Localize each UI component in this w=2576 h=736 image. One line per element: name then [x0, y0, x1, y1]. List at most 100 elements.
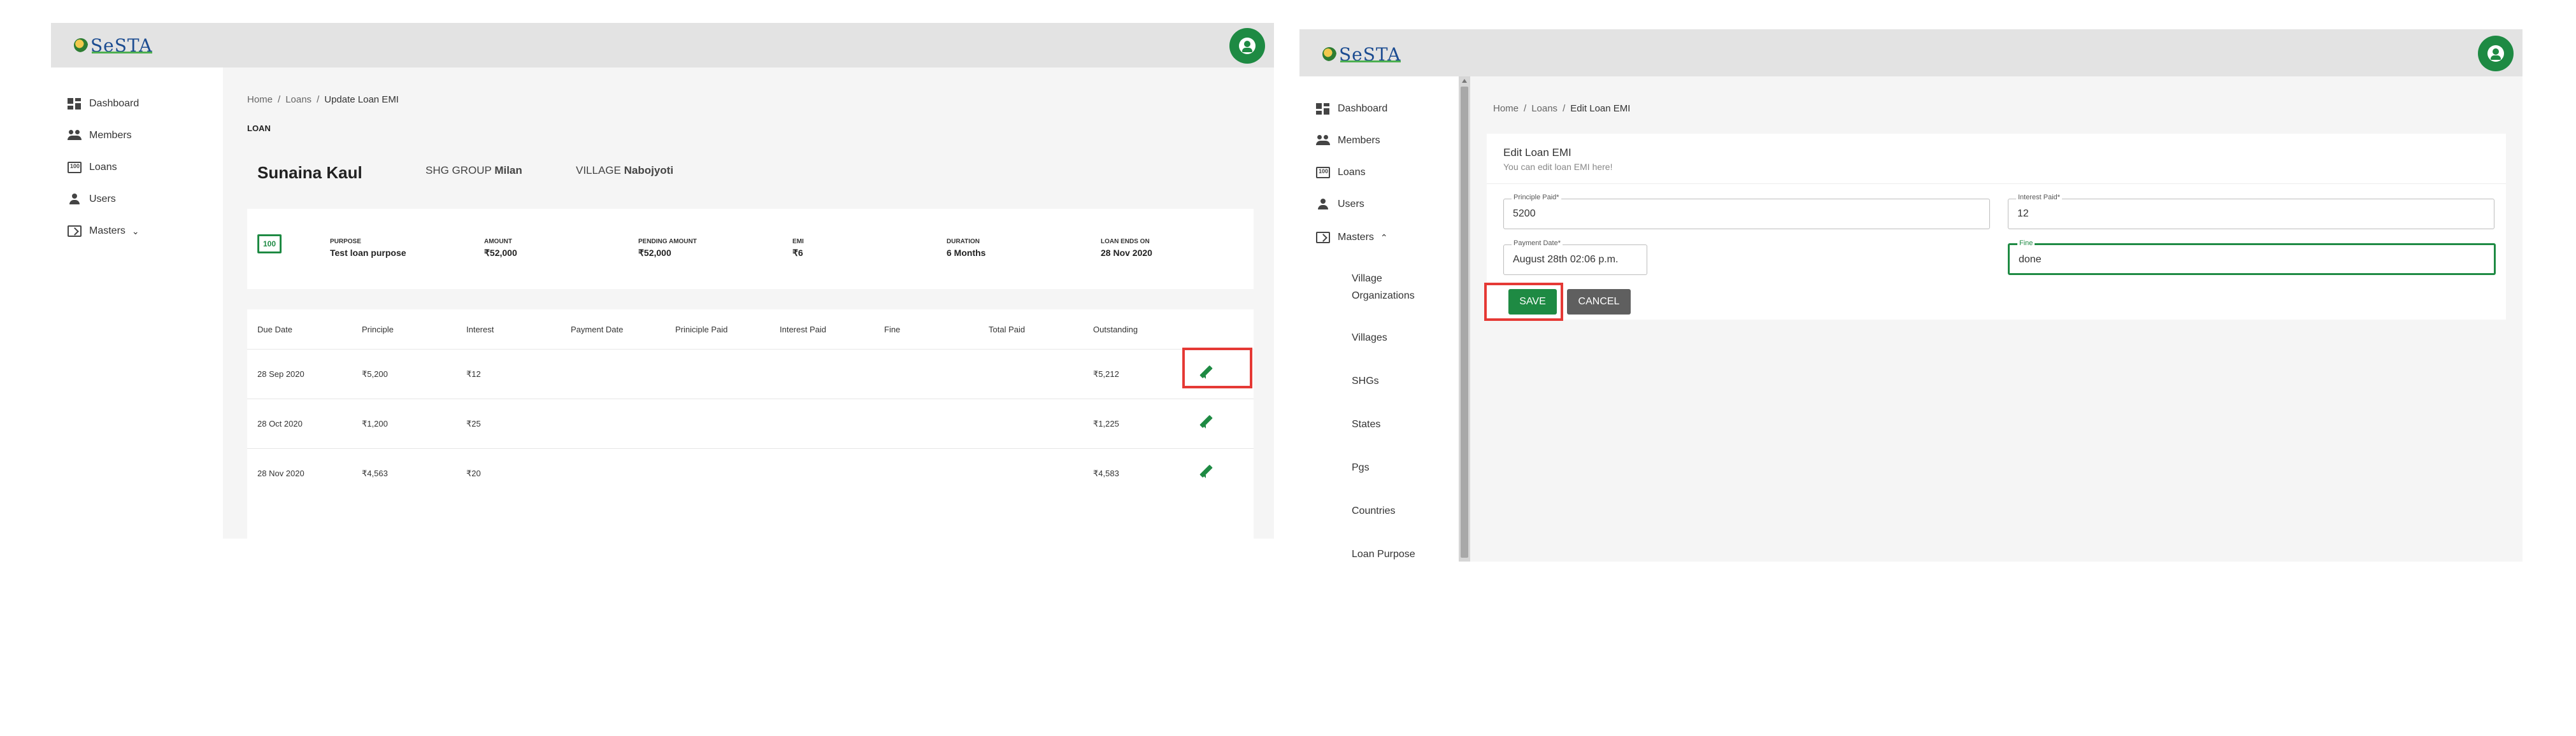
logo-underline [92, 52, 153, 53]
sidebar-item-users[interactable]: Users [1316, 199, 1364, 210]
logo-mark-icon [1322, 47, 1336, 61]
breadcrumb-loans[interactable]: Loans [285, 94, 311, 105]
breadcrumb: Home / Loans / Update Loan EMI [247, 94, 399, 105]
payment-date-input[interactable] [1513, 254, 1638, 265]
sidebar-item-label: Members [89, 130, 132, 141]
breadcrumb-home[interactable]: Home [1493, 103, 1519, 114]
form-subtitle: You can edit loan EMI here! [1503, 162, 1613, 172]
interest-paid-input[interactable] [2017, 208, 2485, 220]
main-content: Home / Loans / Edit Loan EMI Edit Loan EMI Y… [1470, 76, 2522, 562]
highlight-box [1182, 348, 1252, 388]
form-title: Edit Loan EMI [1503, 146, 1571, 159]
sidebar-item-dashboard[interactable]: Dashboard [1316, 103, 1387, 115]
form-divider [1487, 183, 2506, 184]
sidebar-item-label: Loans [1338, 167, 1366, 178]
cancel-button[interactable]: CANCEL [1567, 289, 1631, 315]
shg-group: SHG GROUP Milan [426, 164, 522, 177]
cell-principle: ₹5,200 [362, 369, 388, 379]
sidebar-item-users[interactable]: Users [68, 194, 116, 205]
right-screen: SeSTA Dashboard Members Loans Users Mast… [1299, 29, 2522, 562]
masters-submenu-item-countries[interactable]: Countries [1352, 506, 1395, 517]
column-header: Due Date [257, 325, 292, 334]
sidebar-item-masters[interactable]: Masters ⌄ [68, 225, 140, 237]
account-button[interactable] [1229, 28, 1265, 64]
cell-interest: ₹20 [466, 469, 481, 478]
summary-item-duration: DURATION 6 Months [947, 238, 985, 258]
user-icon [1316, 199, 1330, 210]
summary-label: EMI [792, 238, 804, 245]
principle-paid-field[interactable]: Principle Paid* [1503, 194, 1990, 229]
masters-submenu-item-pgs[interactable]: Pgs [1352, 462, 1370, 474]
sidebar-item-dashboard[interactable]: Dashboard [68, 98, 139, 110]
cell-principle: ₹4,563 [362, 469, 388, 478]
submenu-label: Village Organizations [1352, 273, 1415, 301]
masters-submenu-item-villages[interactable]: Villages [1352, 332, 1387, 344]
table-row: 28 Nov 2020 ₹4,563 ₹20 ₹4,583 [247, 448, 1254, 498]
chevron-down-icon: ⌄ [131, 225, 140, 236]
sidebar-item-label: Masters [89, 225, 125, 236]
table-row: 28 Oct 2020 ₹1,200 ₹25 ₹1,225 [247, 399, 1254, 449]
edit-emi-button[interactable] [1198, 464, 1214, 482]
summary-label: PENDING AMOUNT [638, 238, 697, 245]
breadcrumb: Home / Loans / Edit Loan EMI [1493, 103, 1631, 114]
edit-emi-button[interactable] [1198, 414, 1214, 432]
scroll-up-arrow-icon[interactable] [1462, 79, 1467, 83]
sidebar-item-members[interactable]: Members [68, 130, 132, 141]
sidebar-item-label: Dashboard [1338, 103, 1388, 114]
masters-submenu-item-village-organizations[interactable]: Village Organizations [1352, 270, 1428, 304]
emi-table-card: Due Date Principle Interest Payment Date… [247, 309, 1254, 539]
top-bar: SeSTA [1299, 29, 2522, 76]
account-button[interactable] [2478, 36, 2514, 71]
masters-submenu-item-loan-purpose[interactable]: Loan Purpose [1352, 549, 1415, 560]
edit-loan-emi-card: Edit Loan EMI You can edit loan EMI here… [1487, 134, 2506, 320]
breadcrumb-loans[interactable]: Loans [1531, 103, 1557, 114]
masters-submenu-item-shgs[interactable]: SHGs [1352, 376, 1379, 387]
village-label: VILLAGE [576, 164, 621, 176]
scrollbar-thumb[interactable] [1461, 87, 1468, 558]
summary-item-loan-ends-on: LOAN ENDS ON 28 Nov 2020 [1101, 238, 1152, 258]
column-header: Total Paid [989, 325, 1026, 334]
logo-mark-icon [74, 38, 88, 52]
summary-item-purpose: PURPOSE Test loan purpose [330, 238, 406, 258]
member-name: Sunaina Kaul [257, 163, 362, 182]
dashboard-icon [68, 98, 82, 110]
masters-submenu-item-states[interactable]: States [1352, 419, 1380, 430]
summary-value: ₹52,000 [638, 248, 671, 258]
breadcrumb-home[interactable]: Home [247, 94, 273, 105]
field-label: Interest Paid* [2016, 194, 2063, 201]
pencil-icon [1198, 464, 1214, 480]
fine-input[interactable] [2019, 254, 2485, 265]
field-label: Fine [2017, 239, 2035, 247]
emi-table-header: Due Date Principle Interest Payment Date… [247, 309, 1254, 350]
breadcrumb-current: Edit Loan EMI [1570, 103, 1631, 114]
village: VILLAGE Nabojyoti [576, 164, 673, 177]
submenu-label: Pgs [1352, 462, 1370, 473]
sidebar-item-loans[interactable]: Loans [68, 162, 117, 173]
sidebar: Dashboard Members Loans Users Masters ⌃ … [1299, 76, 1459, 562]
sidebar-item-masters[interactable]: Masters ⌃ [1316, 232, 1388, 243]
principle-paid-input[interactable] [1513, 208, 1980, 220]
column-header: Payment Date [571, 325, 624, 334]
summary-value: 28 Nov 2020 [1101, 248, 1152, 258]
summary-label: AMOUNT [484, 238, 512, 245]
sidebar-item-loans[interactable]: Loans [1316, 167, 1366, 178]
column-header: Principle [362, 325, 394, 334]
dashboard-icon [1316, 103, 1330, 115]
fine-field[interactable]: Fine [2008, 239, 2496, 275]
chevron-up-icon: ⌃ [1380, 232, 1388, 243]
sidebar-item-members[interactable]: Members [1316, 135, 1380, 146]
submenu-label: Loan Purpose [1352, 549, 1415, 560]
highlight-box [1484, 283, 1563, 321]
top-bar: SeSTA [51, 23, 1274, 67]
cell-principle: ₹1,200 [362, 419, 388, 428]
sidebar-item-label: Users [1338, 199, 1364, 209]
sesta-logo[interactable]: SeSTA [1322, 38, 1401, 70]
submenu-label: Countries [1352, 506, 1396, 516]
cell-due-date: 28 Nov 2020 [257, 469, 304, 478]
payment-date-field[interactable]: Payment Date* [1503, 239, 1647, 275]
submenu-label: SHGs [1352, 376, 1379, 386]
interest-paid-field[interactable]: Interest Paid* [2008, 194, 2494, 229]
sesta-logo[interactable]: SeSTA [74, 29, 153, 61]
sidebar-item-label: Members [1338, 135, 1380, 146]
sidebar-scrollbar[interactable] [1459, 76, 1470, 562]
